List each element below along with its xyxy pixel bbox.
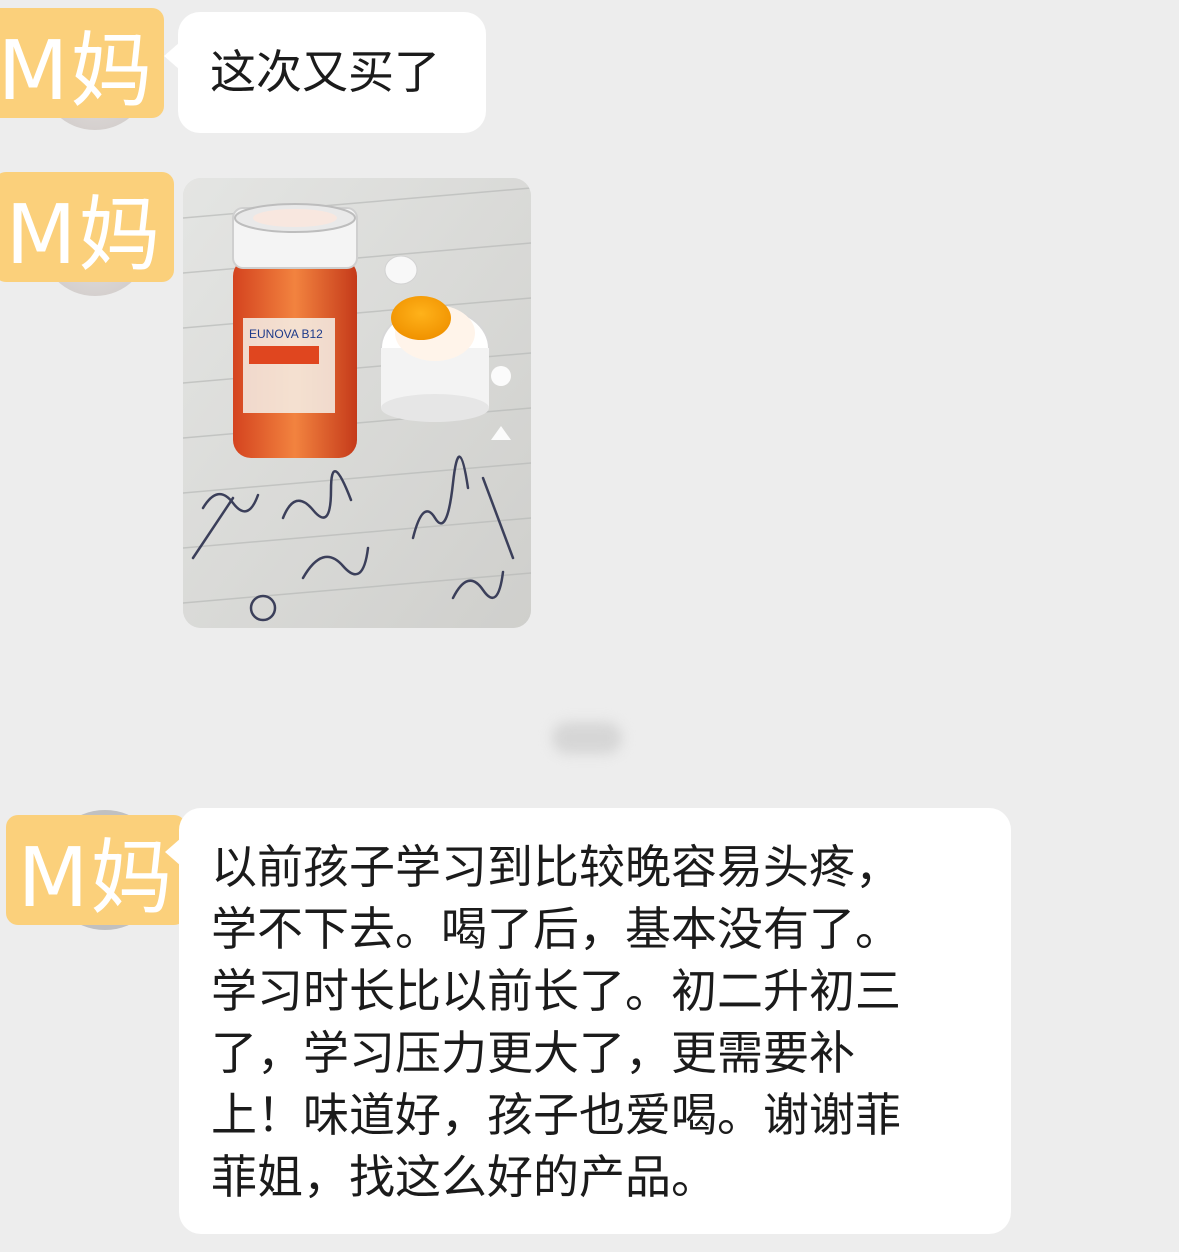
message-line: 上！味道好，孩子也爱喝。谢谢菲	[211, 1088, 901, 1142]
svg-text:EUNOVA B12: EUNOVA B12	[249, 327, 323, 341]
sender-tag: M妈	[0, 172, 174, 282]
image-message[interactable]: EUNOVA B12	[183, 178, 531, 628]
message-line: 学习时长比以前长了。初二升初三	[211, 964, 901, 1018]
sender-tag: M妈	[0, 8, 164, 118]
message-bubble[interactable]: 这次又买了	[164, 12, 486, 133]
message-line: 菲姐，找这么好的产品。	[211, 1150, 717, 1204]
message-line: 了，学习压力更大了，更需要补	[211, 1026, 855, 1080]
sender-tag: M妈	[6, 815, 186, 925]
message-line: 以前孩子学习到比较晚容易头疼，	[211, 840, 901, 894]
medicine-bottle-photo: EUNOVA B12	[183, 178, 531, 628]
message-line: 学不下去。喝了后，基本没有了。	[211, 902, 901, 956]
message-bubble[interactable]: 以前孩子学习到比较晚容易头疼， 学不下去。喝了后，基本没有了。 学习时长比以前长…	[165, 808, 1011, 1234]
timestamp-separator	[552, 722, 622, 754]
message-text: 这次又买了	[210, 45, 440, 99]
